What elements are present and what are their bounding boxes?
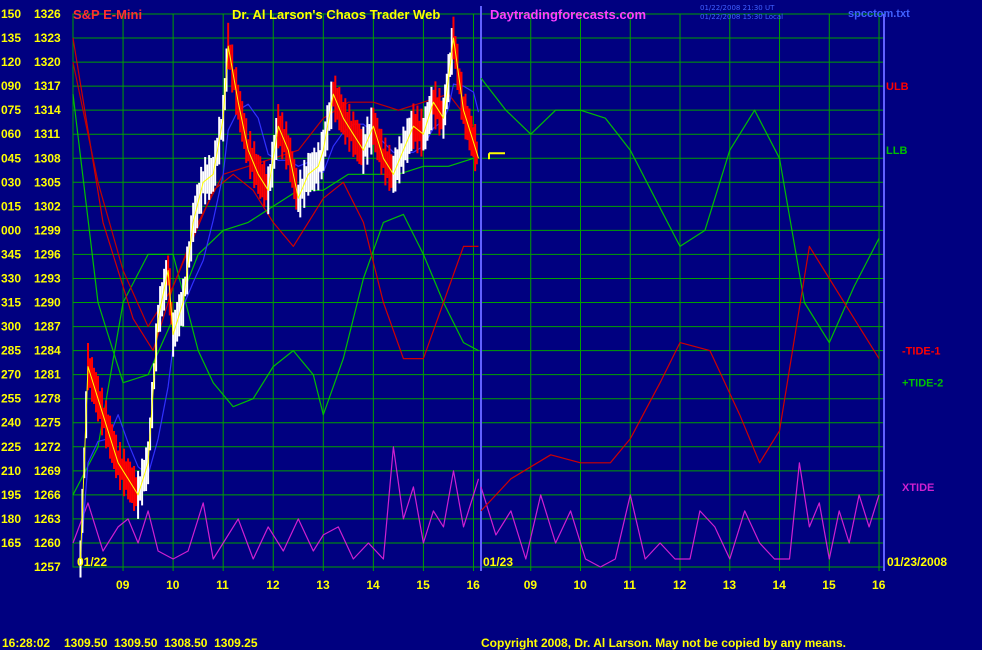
angle-tick-label: 120 xyxy=(1,55,21,69)
chart-title: Dr. Al Larson's Chaos Trader Web xyxy=(232,7,440,22)
series-label: LLB xyxy=(886,145,907,157)
filename-label: spcctom.txt xyxy=(848,8,910,20)
hour-tick-label: 11 xyxy=(216,578,229,592)
hour-tick-label: 13 xyxy=(723,578,737,592)
series-label: ULB xyxy=(886,81,909,93)
hour-tick-label: 09 xyxy=(524,578,538,592)
angle-tick-label: 255 xyxy=(1,392,21,406)
angle-tick-label: 150 xyxy=(1,7,21,21)
price-tick-label: 1326 xyxy=(34,7,61,21)
price-tick-label: 1257 xyxy=(34,560,61,574)
price-tick-label: 1302 xyxy=(34,199,61,213)
angle-tick-label: 315 xyxy=(1,296,21,310)
price-tick-label: 1260 xyxy=(34,536,61,550)
price-tick-label: 1275 xyxy=(34,416,61,430)
date-label: 01/23/2008 xyxy=(887,555,947,569)
hour-tick-label: 12 xyxy=(266,578,280,592)
hour-tick-label: 15 xyxy=(822,578,836,592)
price-tick-label: 1281 xyxy=(34,368,61,382)
angle-tick-label: 345 xyxy=(1,247,21,261)
price-tick-label: 1272 xyxy=(34,440,61,454)
hour-tick-label: 13 xyxy=(316,578,330,592)
price-tick-label: 1299 xyxy=(34,223,61,237)
price-tick-label: 1284 xyxy=(34,344,61,358)
series-label: XTIDE xyxy=(902,482,934,494)
hour-tick-label: 16 xyxy=(872,578,886,592)
angle-tick-label: 090 xyxy=(1,79,21,93)
series-label: +TIDE-2 xyxy=(902,378,943,390)
hour-tick-label: 10 xyxy=(166,578,180,592)
website-label[interactable]: Daytradingforecasts.com xyxy=(490,7,646,22)
angle-tick-label: 060 xyxy=(1,127,21,141)
price-tick-label: 1317 xyxy=(34,79,61,93)
price-tick-label: 1305 xyxy=(34,175,61,189)
price-tick-label: 1263 xyxy=(34,512,61,526)
hour-tick-label: 15 xyxy=(416,578,430,592)
price-tick-label: 1266 xyxy=(34,488,61,502)
angle-tick-label: 225 xyxy=(1,440,21,454)
angle-tick-label: 210 xyxy=(1,464,21,478)
price-tick-label: 1323 xyxy=(34,31,61,45)
angle-tick-label: 030 xyxy=(1,175,21,189)
hour-tick-label: 11 xyxy=(623,578,636,592)
price-tick-label: 1269 xyxy=(34,464,61,478)
hour-tick-label: 10 xyxy=(574,578,588,592)
quote-time: 16:28:02 xyxy=(2,636,50,650)
price-tick-label: 1308 xyxy=(34,151,61,165)
price-tick-label: 1296 xyxy=(34,247,61,261)
angle-tick-label: 180 xyxy=(1,512,21,526)
angle-tick-label: 135 xyxy=(1,31,21,45)
hour-tick-label: 09 xyxy=(116,578,130,592)
price-tick-label: 1278 xyxy=(34,392,61,406)
hour-tick-label: 16 xyxy=(466,578,480,592)
angle-tick-label: 240 xyxy=(1,416,21,430)
quote-values: 1309.50 1309.50 1308.50 1309.25 xyxy=(64,636,258,650)
price-tick-label: 1290 xyxy=(34,296,61,310)
angle-tick-label: 045 xyxy=(1,151,21,165)
angle-tick-label: 300 xyxy=(1,320,21,334)
angle-tick-label: 015 xyxy=(1,199,21,213)
timestamp-ut: 01/22/2008 21:30 UT xyxy=(700,4,775,12)
price-tick-label: 1287 xyxy=(34,320,61,334)
angle-tick-label: 000 xyxy=(1,223,21,237)
instrument-label: S&P E-Mini xyxy=(73,7,142,22)
price-tick-label: 1311 xyxy=(34,127,60,141)
copyright: Copyright 2008, Dr. Al Larson. May not b… xyxy=(481,636,846,650)
price-tick-label: 1314 xyxy=(34,103,61,117)
hour-tick-label: 12 xyxy=(673,578,687,592)
timestamp-local: 01/22/2008 15:30 Local xyxy=(700,13,783,21)
date-label: 01/23 xyxy=(483,555,513,569)
price-tick-label: 1293 xyxy=(34,271,61,285)
angle-tick-label: 285 xyxy=(1,344,21,358)
angle-tick-label: 195 xyxy=(1,488,21,502)
chaos-chart: 1326150132313513201201317090131407513110… xyxy=(0,0,982,650)
hour-tick-label: 14 xyxy=(366,578,380,592)
angle-tick-label: 075 xyxy=(1,103,21,117)
price-tick-label: 1320 xyxy=(34,55,61,69)
hour-tick-label: 14 xyxy=(773,578,787,592)
angle-tick-label: 330 xyxy=(1,271,21,285)
date-label: 01/22 xyxy=(77,555,107,569)
angle-tick-label: 270 xyxy=(1,368,21,382)
series-label: -TIDE-1 xyxy=(902,346,941,358)
angle-tick-label: 165 xyxy=(1,536,21,550)
